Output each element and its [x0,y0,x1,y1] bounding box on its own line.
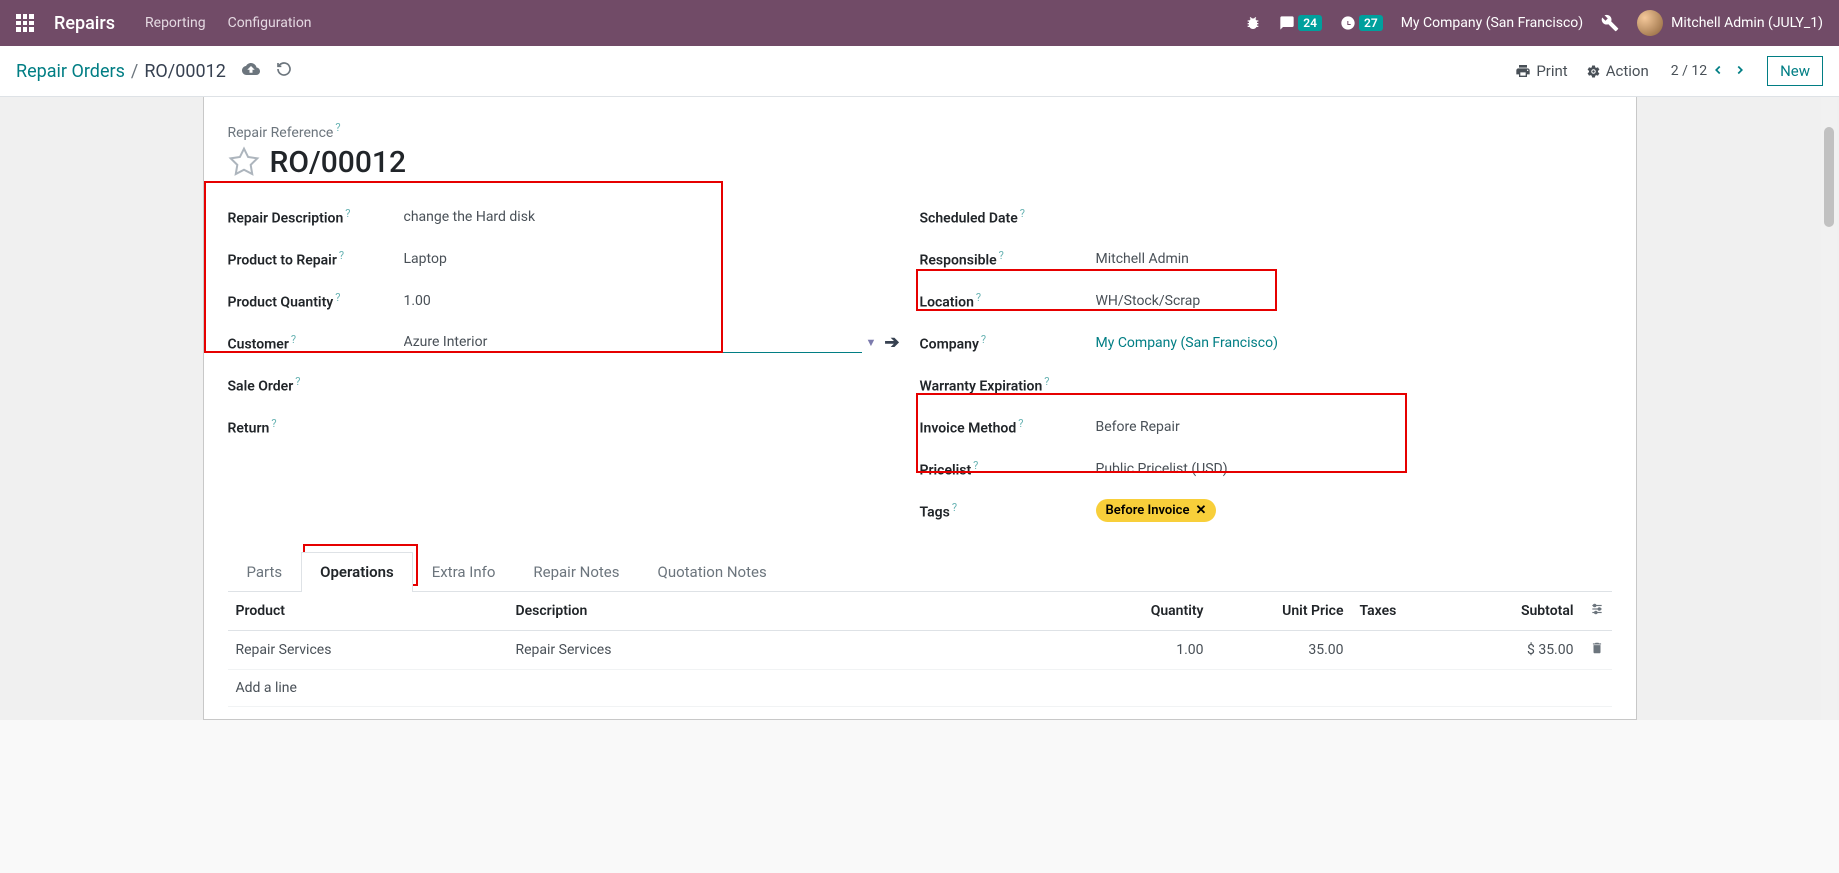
menu-configuration[interactable]: Configuration [228,15,312,31]
value-responsible[interactable]: Mitchell Admin [1096,251,1592,267]
value-product-to-repair[interactable]: Laptop [404,251,900,267]
new-button[interactable]: New [1767,56,1823,86]
add-line-button[interactable]: Add a line [228,669,1612,706]
app-title[interactable]: Repairs [54,13,115,34]
discard-icon[interactable] [276,61,292,81]
label-warranty: Warranty Expiration? [920,375,1096,395]
pager-text[interactable]: 2 / 12 [1671,63,1707,79]
label-company: Company? [920,333,1096,353]
col-subtotal: Subtotal [1442,592,1582,631]
value-repair-description[interactable]: change the Hard disk [404,209,900,225]
activities-icon[interactable]: 27 [1340,15,1383,31]
action-button[interactable]: Action [1586,62,1649,80]
tag-remove-icon[interactable]: ✕ [1195,503,1206,518]
value-product-quantity[interactable]: 1.00 [404,293,900,309]
record-title: RO/00012 [270,145,407,180]
cell-subtotal: $ 35.00 [1442,630,1582,669]
form-col-left: Repair Description? change the Hard disk… [228,196,920,532]
label-customer: Customer? [228,333,404,353]
label-repair-description: Repair Description? [228,207,404,227]
menu-reporting[interactable]: Reporting [145,15,206,31]
label-pricelist: Pricelist? [920,459,1096,479]
tab-operations[interactable]: Operations [301,552,413,592]
label-scheduled-date: Scheduled Date? [920,207,1096,227]
pager-prev-icon[interactable] [1711,62,1725,81]
title-label: Repair Reference? [228,125,341,141]
activities-badge: 27 [1359,15,1383,31]
label-invoice-method: Invoice Method? [920,417,1096,437]
operations-table: Product Description Quantity Unit Price … [228,592,1612,707]
col-unit-price: Unit Price [1212,592,1352,631]
cell-unit-price[interactable]: 35.00 [1212,630,1352,669]
col-quantity: Quantity [1072,592,1212,631]
value-invoice-method[interactable]: Before Repair [1096,419,1592,435]
scrollbar[interactable] [1821,97,1837,720]
control-panel: Repair Orders / RO/00012 Print Action 2 … [0,46,1839,97]
top-navbar: Repairs Reporting Configuration 24 27 My… [0,0,1839,46]
label-location: Location? [920,291,1096,311]
print-button[interactable]: Print [1515,62,1567,80]
breadcrumb: Repair Orders / RO/00012 [16,61,226,82]
col-product: Product [228,592,508,631]
add-line-row: Add a line [228,669,1612,706]
cell-taxes[interactable] [1352,630,1442,669]
favorite-star-icon[interactable] [228,146,260,178]
avatar [1637,10,1663,36]
form-sheet: Repair Reference? RO/00012 Repair Descri… [203,97,1637,720]
messages-badge: 24 [1298,15,1322,31]
cell-product[interactable]: Repair Services [228,630,508,669]
label-product-quantity: Product Quantity? [228,291,404,311]
form-col-right: Scheduled Date? Responsible? Mitchell Ad… [920,196,1612,532]
label-sale-order: Sale Order? [228,375,404,395]
dropdown-caret-icon[interactable]: ▼ [866,336,877,349]
tab-extra-info[interactable]: Extra Info [413,552,515,591]
label-tags: Tags? [920,501,1096,521]
table-header-row: Product Description Quantity Unit Price … [228,592,1612,631]
label-return: Return? [228,417,404,437]
value-location[interactable]: WH/Stock/Scrap [1096,293,1592,309]
delete-row-icon[interactable] [1590,643,1604,659]
col-taxes: Taxes [1352,592,1442,631]
value-company[interactable]: My Company (San Francisco) [1096,335,1278,351]
tools-icon[interactable] [1601,14,1619,32]
debug-icon[interactable] [1245,15,1261,31]
breadcrumb-root[interactable]: Repair Orders [16,61,125,82]
cloud-save-icon[interactable] [242,60,260,82]
label-product-to-repair: Product to Repair? [228,249,404,269]
tabs: Parts Operations Extra Info Repair Notes… [228,552,1612,592]
label-responsible: Responsible? [920,249,1096,269]
breadcrumb-current: RO/00012 [144,61,225,82]
external-link-icon[interactable]: ➔ [884,332,899,353]
user-menu[interactable]: Mitchell Admin (JULY_1) [1637,10,1823,36]
tag-before-invoice[interactable]: Before Invoice ✕ [1096,499,1217,522]
customer-input[interactable] [404,332,862,353]
apps-icon[interactable] [16,14,34,32]
company-switcher[interactable]: My Company (San Francisco) [1401,15,1583,31]
tab-repair-notes[interactable]: Repair Notes [514,552,638,591]
form-sheet-bg: Repair Reference? RO/00012 Repair Descri… [0,97,1839,720]
col-options-icon[interactable] [1582,592,1612,631]
tab-quotation-notes[interactable]: Quotation Notes [639,552,786,591]
tab-parts[interactable]: Parts [228,552,302,591]
messaging-icon[interactable]: 24 [1279,15,1322,31]
cell-description[interactable]: Repair Services [508,630,1072,669]
scrollbar-thumb[interactable] [1824,127,1834,227]
value-pricelist[interactable]: Public Pricelist (USD) [1096,461,1592,477]
cell-quantity[interactable]: 1.00 [1072,630,1212,669]
col-description: Description [508,592,1072,631]
pager-next-icon[interactable] [1733,62,1747,81]
table-row[interactable]: Repair Services Repair Services 1.00 35.… [228,630,1612,669]
